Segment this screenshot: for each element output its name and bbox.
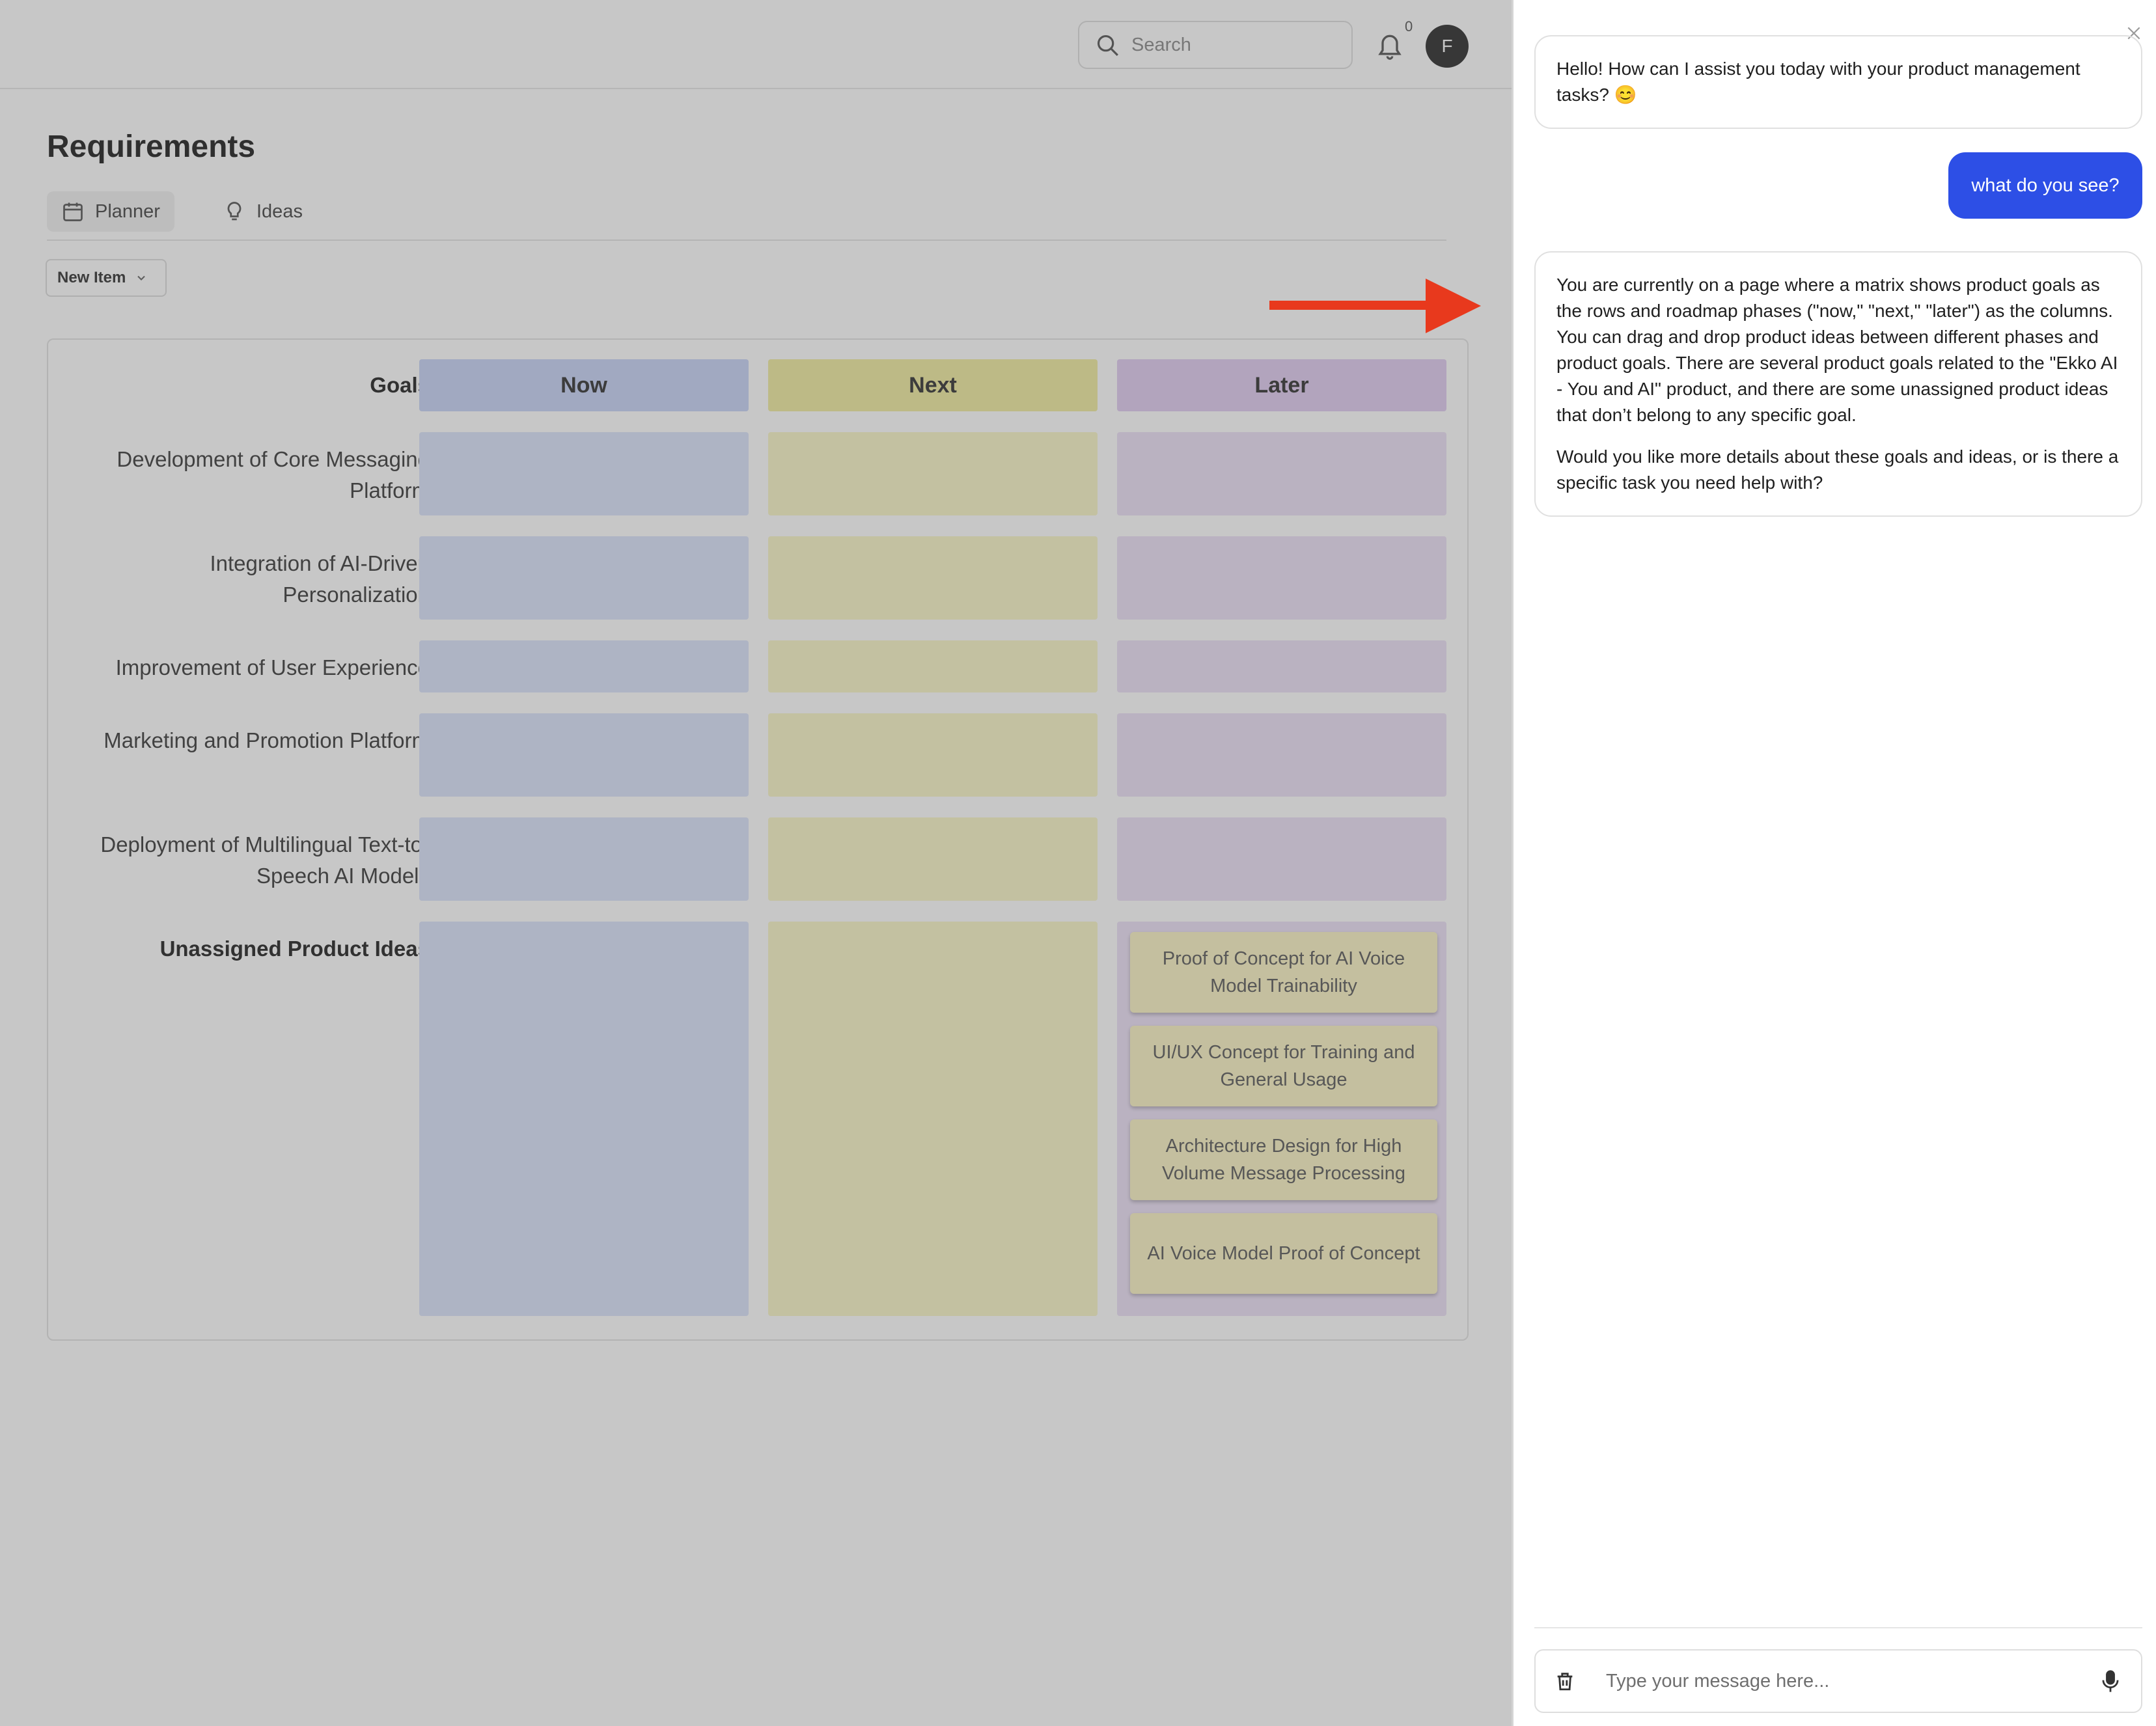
tab-planner-label: Planner [95,200,160,222]
goals-header: Goals [370,373,430,397]
drop-cell[interactable] [419,640,749,692]
drop-cell[interactable] [768,817,1098,901]
column-header-later: Later [1117,359,1446,411]
drop-cell[interactable] [768,922,1098,1316]
main-app: Search 0 F Requirements Planner Ideas Ne… [0,0,1512,1726]
assistant-chat-panel: Hello! How can I assist you today with y… [1512,0,2156,1726]
chat-input-bar [1534,1649,2142,1713]
new-item-button[interactable]: New Item [46,259,167,297]
search-icon [1097,34,1118,56]
drop-cell[interactable] [419,713,749,797]
idea-card[interactable]: UI/UX Concept for Training and General U… [1130,1026,1437,1106]
assistant-message: Hello! How can I assist you today with y… [1534,35,2142,129]
chevron-down-icon [137,275,146,281]
notification-count: 0 [1405,18,1413,34]
goal-label: Improvement of User Experience [115,655,430,679]
drop-cell[interactable] [1117,713,1446,797]
column-header-now: Now [419,359,749,411]
annotation-arrow-icon [1269,279,1481,333]
drop-cell[interactable] [419,817,749,901]
drop-cell[interactable] [768,536,1098,620]
microphone-icon[interactable] [2101,1669,2120,1693]
avatar[interactable]: F [1426,25,1469,68]
trash-icon[interactable] [1554,1670,1576,1692]
goal-label: Marketing and Promotion Platform [104,728,430,752]
chat-message-input[interactable] [1605,1669,2101,1693]
drop-cell[interactable] [419,432,749,515]
search-placeholder: Search [1131,34,1191,55]
tab-ideas-label: Ideas [256,200,303,222]
idea-card[interactable]: Architecture Design for High Volume Mess… [1130,1119,1437,1200]
goal-label: Deployment of Multilingual Text-to-Speec… [100,832,430,888]
assistant-message: You are currently on a page where a matr… [1534,251,2142,517]
tab-ideas[interactable]: Ideas [208,191,317,232]
drop-cell[interactable] [1117,817,1446,901]
drop-cell[interactable] [1117,536,1446,620]
goal-label: Integration of AI-Driven Personalization [210,551,430,607]
divider [1534,1627,2142,1628]
idea-card[interactable]: AI Voice Model Proof of Concept [1130,1213,1437,1294]
search-box[interactable]: Search [1078,21,1353,69]
new-item-label: New Item [57,269,126,286]
user-message: what do you see? [1948,152,2142,219]
drop-cell[interactable] [419,536,749,620]
goal-label: Development of Core Messaging Platform [117,447,430,502]
tab-bar: Planner Ideas [47,189,1446,241]
lightbulb-icon [227,202,242,221]
drop-cell[interactable] [768,432,1098,515]
drop-cell[interactable] [419,922,749,1316]
idea-card[interactable]: Proof of Concept for AI Voice Model Trai… [1130,932,1437,1013]
bell-icon[interactable] [1375,30,1404,61]
column-header-next: Next [768,359,1098,411]
drop-cell[interactable] [768,713,1098,797]
drop-cell[interactable] [1117,432,1446,515]
page-title: Requirements [47,130,256,164]
message-text: Hello! How can I assist you today with y… [1556,59,2080,105]
message-text: You are currently on a page where a matr… [1556,275,2118,425]
calendar-icon [63,202,83,221]
top-bar: Search 0 F [0,0,1512,89]
unassigned-label: Unassigned Product Ideas [159,937,430,961]
message-text: Would you like more details about these … [1556,446,2119,493]
drop-cell[interactable] [768,640,1098,692]
tab-planner[interactable]: Planner [47,191,174,232]
drop-cell[interactable] [1117,640,1446,692]
